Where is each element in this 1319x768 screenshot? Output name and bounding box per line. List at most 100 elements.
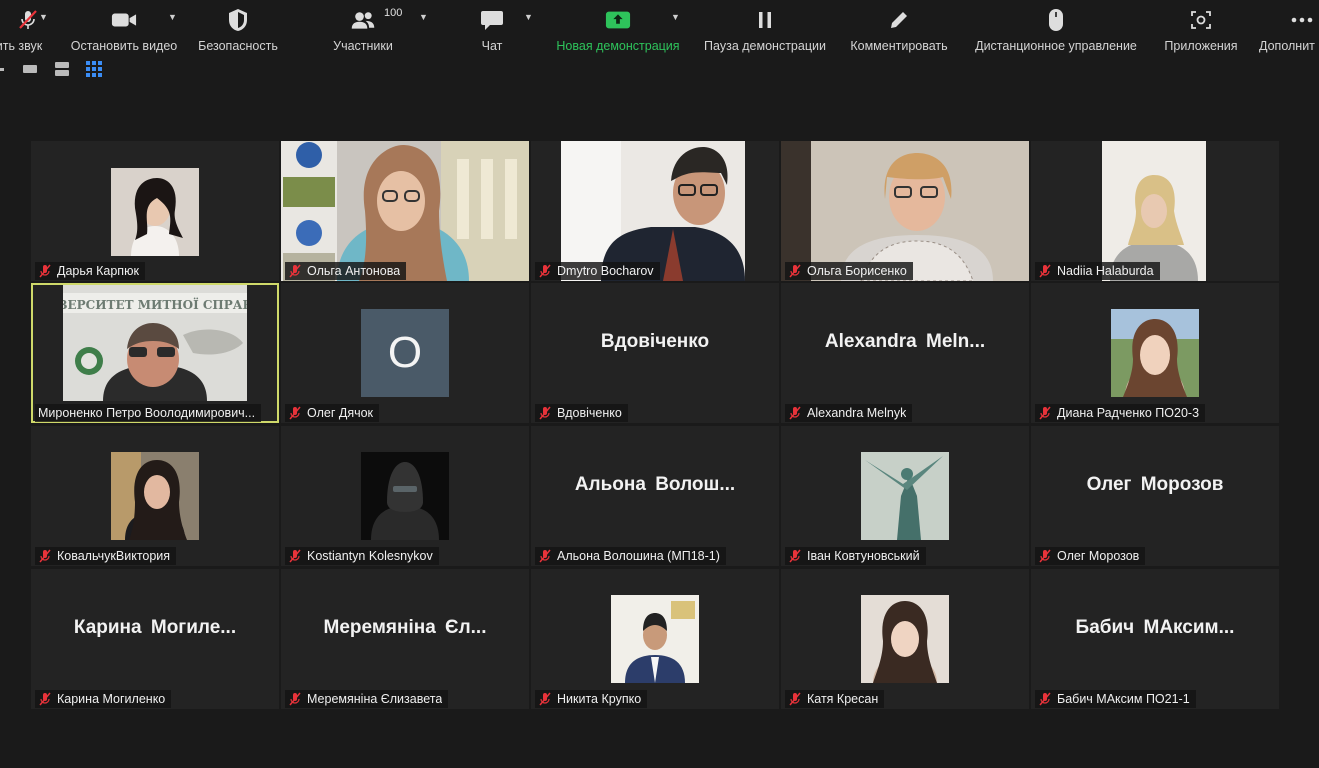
participant-name: Олег Дячок [307,406,374,420]
participant-caption: Никита Крупко [535,690,648,708]
mic-muted-icon [15,8,41,32]
participant-name: Диана Радченко ПО20-3 [1057,406,1200,420]
chat-options-chevron-icon[interactable]: ▼ [524,12,533,22]
participant-caption: Nadiia Halaburda [1035,262,1160,280]
share-options-chevron-icon[interactable]: ▼ [671,12,680,22]
participant-tile-active-speaker[interactable]: ИВЕРСИТЕТ МИТНОЇ СПРАВИ Мироненко Петро … [31,283,279,423]
participant-tile[interactable]: Никита Крупко [531,569,779,709]
participant-video [781,141,1029,281]
security-button[interactable]: Безопасность [193,0,283,56]
participant-video [111,168,199,256]
participant-tile[interactable]: Ольга Борисенко [781,141,1029,281]
participant-video [611,595,699,683]
shield-icon [225,8,251,32]
participant-name: Мироненко Петро Вооло­димирович... [38,406,256,420]
participant-tile[interactable]: О Олег Дячок [281,283,529,423]
participant-tile[interactable]: Диана Радченко ПО20-3 [1031,283,1279,423]
participant-caption: Олег Дячок [285,404,380,422]
more-button[interactable]: Дополнит [1259,0,1319,56]
stop-video-label: Остановить видео [70,39,178,53]
mic-muted-icon [289,692,301,706]
apps-button[interactable]: Приложения [1159,0,1243,56]
participant-caption: Іван Ковтуновський [785,547,926,565]
participant-tile[interactable]: Ольга Антонова [281,141,529,281]
chat-label: Чат [481,39,503,53]
mic-muted-icon [1039,692,1051,706]
participant-display-name: Альона Волош... [574,474,736,495]
participant-caption: Kostiantyn Kolesnykov [285,547,439,565]
mic-muted-icon [39,692,51,706]
single-view-icon[interactable] [23,64,37,74]
participant-caption: Катя Кресан [785,690,885,708]
participant-tile[interactable]: Катя Кресан [781,569,1029,709]
participant-name: Іван Ковтуновський [807,549,920,563]
gallery-view-icon[interactable] [86,61,102,77]
participant-caption: КовальчукВиктория [35,547,177,565]
unmute-label: ить звук [0,39,43,53]
stop-video-button[interactable]: Остановить видео [65,0,183,56]
mic-muted-icon [289,264,301,278]
gallery-grid: Дарья Карпюк Ольга Антонова Dmytro Bocha… [31,141,1279,710]
participant-display-name: Олег Морозов [1086,474,1224,495]
participant-tile[interactable]: Альона Волош... Альона Волошина (МП18-1) [531,426,779,566]
participant-tile[interactable]: Kostiantyn Kolesnykov [281,426,529,566]
participant-caption: Вдовіченко [535,404,628,422]
meeting-toolbar: ить звук ▼ Остановить видео ▼ Безопаснос… [0,0,1319,56]
participant-tile[interactable]: Вдовіченко Вдовіченко [531,283,779,423]
mic-muted-icon [539,692,551,706]
mic-muted-icon [39,549,51,563]
pause-share-button[interactable]: Пауза демонстрации [699,0,831,56]
participant-tile[interactable]: Меремяніна Єл... Меремяніна Єлизавета [281,569,529,709]
remote-control-button[interactable]: Дистанционное управление [966,0,1146,56]
video-camera-icon [111,8,137,32]
more-label: Дополнит [1259,39,1315,53]
new-share-label: Новая демонстрация [556,39,680,53]
speaker-view-icon[interactable] [0,66,6,72]
participant-tile[interactable]: Олег Морозов Олег Морозов [1031,426,1279,566]
view-switcher [0,60,102,78]
mic-muted-icon [1039,406,1051,420]
participant-display-name: Бабич МАксим... [1075,617,1235,638]
mute-options-chevron-icon[interactable]: ▼ [39,12,48,22]
participants-options-chevron-icon[interactable]: ▼ [419,12,428,22]
mic-muted-icon [289,406,301,420]
participant-display-name: Alexandra Meln... [824,331,986,352]
video-options-chevron-icon[interactable]: ▼ [168,12,177,22]
apps-icon [1188,8,1214,32]
mic-muted-icon [289,549,301,563]
chat-button[interactable]: Чат [470,0,514,56]
participant-tile[interactable]: Dmytro Bocharov [531,141,779,281]
participant-caption: Dmytro Bocharov [535,262,660,280]
participant-name: Бабич МАксим ПО21-1 [1057,692,1190,706]
unmute-button[interactable]: ить звук [0,0,56,56]
participant-tile[interactable]: Дарья Карпюк [31,141,279,281]
annotate-button[interactable]: Комментировать [845,0,953,56]
participant-video [111,452,199,540]
share-screen-icon [605,8,631,32]
participant-tile[interactable]: Alexandra Meln... Alexandra Melnyk [781,283,1029,423]
participant-tile[interactable]: КовальчукВиктория [31,426,279,566]
participant-tile[interactable]: Nadiia Halaburda [1031,141,1279,281]
new-share-button[interactable]: Новая демонстрация [551,0,685,56]
mic-muted-icon [1039,549,1051,563]
participant-caption: Мироненко Петро Вооло­димирович... [35,404,262,422]
participant-caption: Меремяніна Єлизавета [285,690,449,708]
participant-name: Катя Кресан [807,692,879,706]
participant-tile[interactable]: Бабич МАксим... Бабич МАксим ПО21-1 [1031,569,1279,709]
participant-avatar: О [361,309,449,397]
participant-caption: Альона Волошина (МП18-1) [535,547,726,565]
participant-name: Дарья Карпюк [57,264,139,278]
participant-name: КовальчукВиктория [57,549,171,563]
svg-text:ИВЕРСИТЕТ МИТНОЇ СПРАВИ: ИВЕРСИТЕТ МИТНОЇ СПРАВИ [63,297,247,312]
participant-tile[interactable]: Карина Могиле... Карина Могиленко [31,569,279,709]
participant-tile[interactable]: Іван Ковтуновський [781,426,1029,566]
participant-name: Вдовіченко [557,406,622,420]
mic-muted-icon [539,264,551,278]
security-label: Безопасность [198,39,278,53]
stacked-view-icon[interactable] [55,62,69,76]
participant-video [861,595,949,683]
pause-icon [752,8,778,32]
participant-video [281,141,529,281]
participant-caption: Ольга Борисенко [785,262,913,280]
participant-display-name: Карина Могиле... [73,617,237,638]
